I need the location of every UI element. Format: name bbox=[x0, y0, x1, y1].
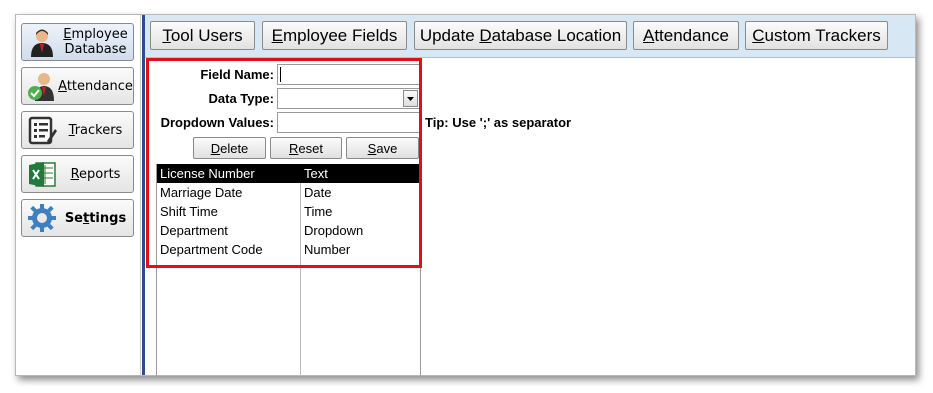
tracker-list-icon bbox=[28, 116, 57, 145]
nav-label: Reports bbox=[70, 166, 121, 182]
save-button[interactable]: Save bbox=[346, 137, 419, 159]
dropdown-values-label: Dropdown Values: bbox=[160, 115, 274, 130]
field-type-cell: Time bbox=[304, 204, 333, 219]
nav-settings-button[interactable]: Settings bbox=[21, 199, 134, 237]
nav-attendance-button[interactable]: Attendance bbox=[21, 67, 134, 105]
dropdown-values-input[interactable] bbox=[277, 112, 420, 133]
field-name-cell: Department Code bbox=[160, 242, 263, 257]
tab-custom-trackers[interactable]: Custom Trackers bbox=[745, 21, 888, 50]
nav-label: Attendance bbox=[58, 78, 133, 94]
field-name-cell: Shift Time bbox=[160, 204, 218, 219]
field-name-cell: License Number bbox=[160, 166, 255, 181]
field-name-input[interactable] bbox=[277, 64, 420, 85]
list-item[interactable]: Shift Time Time bbox=[157, 202, 420, 221]
field-name-cell: Department bbox=[160, 223, 228, 238]
field-type-cell: Dropdown bbox=[304, 223, 364, 238]
left-nav-panel: Employee Database Attendance Trackers Re… bbox=[16, 15, 141, 375]
tab-update-database-location[interactable]: Update Database Location bbox=[414, 21, 627, 50]
data-type-label: Data Type: bbox=[208, 91, 275, 106]
nav-reports-button[interactable]: Reports bbox=[21, 155, 134, 193]
field-type-cell: Number bbox=[304, 242, 351, 257]
field-type-cell: Text bbox=[304, 166, 328, 181]
text-cursor bbox=[280, 67, 281, 82]
field-type-cell: Date bbox=[304, 185, 332, 200]
attendance-person-check-icon bbox=[28, 73, 54, 101]
separator-tip: Tip: Use ';' as separator bbox=[425, 115, 572, 130]
chevron-down-icon bbox=[407, 97, 414, 101]
nav-label: Trackers bbox=[68, 122, 123, 138]
nav-trackers-button[interactable]: Trackers bbox=[21, 111, 134, 149]
tab-employee-fields[interactable]: Employee Fields bbox=[262, 21, 407, 50]
tab-attendance[interactable]: Attendance bbox=[633, 21, 739, 50]
employee-person-icon bbox=[31, 29, 53, 57]
data-type-select[interactable] bbox=[277, 88, 420, 109]
list-item[interactable]: Marriage Date Date bbox=[157, 183, 420, 202]
top-toolbar: Tool Users Employee Fields Update Databa… bbox=[145, 15, 915, 58]
delete-button[interactable]: Delete bbox=[193, 137, 266, 159]
nav-employee-database-button[interactable]: Employee Database bbox=[21, 23, 134, 61]
list-item[interactable]: Department Code Number bbox=[157, 240, 420, 259]
list-item[interactable]: Department Dropdown bbox=[157, 221, 420, 240]
nav-label: Settings bbox=[64, 210, 127, 226]
gear-icon bbox=[28, 204, 56, 232]
nav-label: Employee Database bbox=[63, 27, 128, 57]
tab-tool-users[interactable]: Tool Users bbox=[150, 21, 255, 50]
reset-button[interactable]: Reset bbox=[270, 137, 342, 159]
field-name-label: Field Name: bbox=[200, 67, 274, 82]
panel-divider bbox=[142, 15, 145, 375]
list-item[interactable]: License Number Text bbox=[157, 164, 420, 183]
dropdown-arrow-button[interactable] bbox=[403, 90, 418, 107]
excel-report-icon bbox=[29, 162, 56, 187]
field-name-cell: Marriage Date bbox=[160, 185, 243, 200]
